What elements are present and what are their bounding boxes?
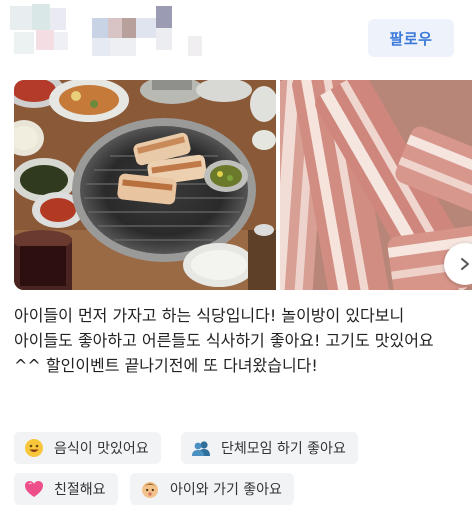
grill-table-image xyxy=(14,80,276,290)
reviewer-header: 팔로우 xyxy=(0,0,472,72)
keyword-chip: 음식이 맛있어요 xyxy=(14,432,161,464)
heart-icon xyxy=(25,481,43,497)
photo-raw-pork-belly[interactable] xyxy=(280,80,472,290)
group-people-icon xyxy=(192,441,210,456)
smile-face-icon xyxy=(25,439,43,457)
photo-grill-table[interactable] xyxy=(14,80,276,290)
keyword-chip-label: 음식이 맛있어요 xyxy=(54,441,149,457)
keyword-chip: 친절해요 xyxy=(14,473,118,505)
photo-carousel[interactable] xyxy=(14,80,472,290)
keyword-chip: 단체모임 하기 좋아요 xyxy=(181,432,358,464)
keyword-chip: 아이와 가기 좋아요 xyxy=(130,473,294,505)
blurred-profile-placeholder xyxy=(8,4,213,66)
review-text[interactable]: 아이들이 먼저 가자고 하는 식당입니다! 놀이방이 있다보니 아이들도 좋아하… xyxy=(14,303,460,378)
follow-button[interactable]: 팔로우 xyxy=(368,19,454,57)
chevron-right-icon xyxy=(461,258,469,270)
keyword-chip-label: 단체모임 하기 좋아요 xyxy=(221,441,346,457)
baby-face-icon xyxy=(142,482,158,498)
keyword-chip-label: 친절해요 xyxy=(54,482,106,498)
pork-belly-image xyxy=(280,80,472,290)
keyword-chip-label: 아이와 가기 좋아요 xyxy=(170,482,282,498)
